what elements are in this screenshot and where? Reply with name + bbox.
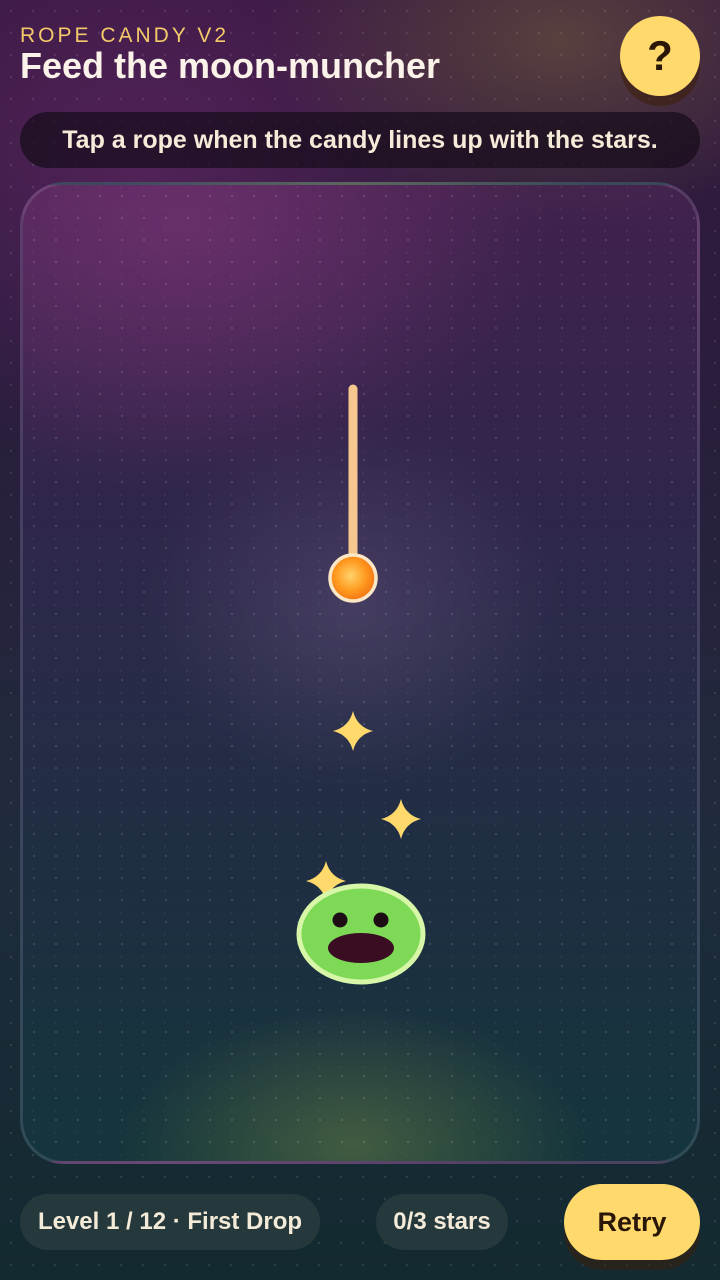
stars-counter: 0/3 stars xyxy=(376,1194,508,1250)
retry-button[interactable]: Retry xyxy=(564,1184,700,1260)
muncher-mouth xyxy=(328,933,394,963)
instruction-banner: Tap a rope when the candy lines up with … xyxy=(20,112,700,168)
star-icon xyxy=(381,799,421,839)
game-board xyxy=(20,182,700,1164)
level-indicator: Level 1 / 12 · First Drop xyxy=(20,1194,320,1250)
muncher-eye-right xyxy=(373,912,389,928)
board-canvas xyxy=(296,384,426,985)
help-button[interactable]: ? xyxy=(620,16,700,96)
candy xyxy=(328,553,378,603)
page-title: Feed the moon-muncher xyxy=(20,45,441,86)
muncher-eye-left xyxy=(332,912,348,928)
star-icon xyxy=(333,711,373,751)
game-eyebrow: ROPE CANDY V2 xyxy=(20,24,229,47)
moon-muncher xyxy=(296,883,426,985)
